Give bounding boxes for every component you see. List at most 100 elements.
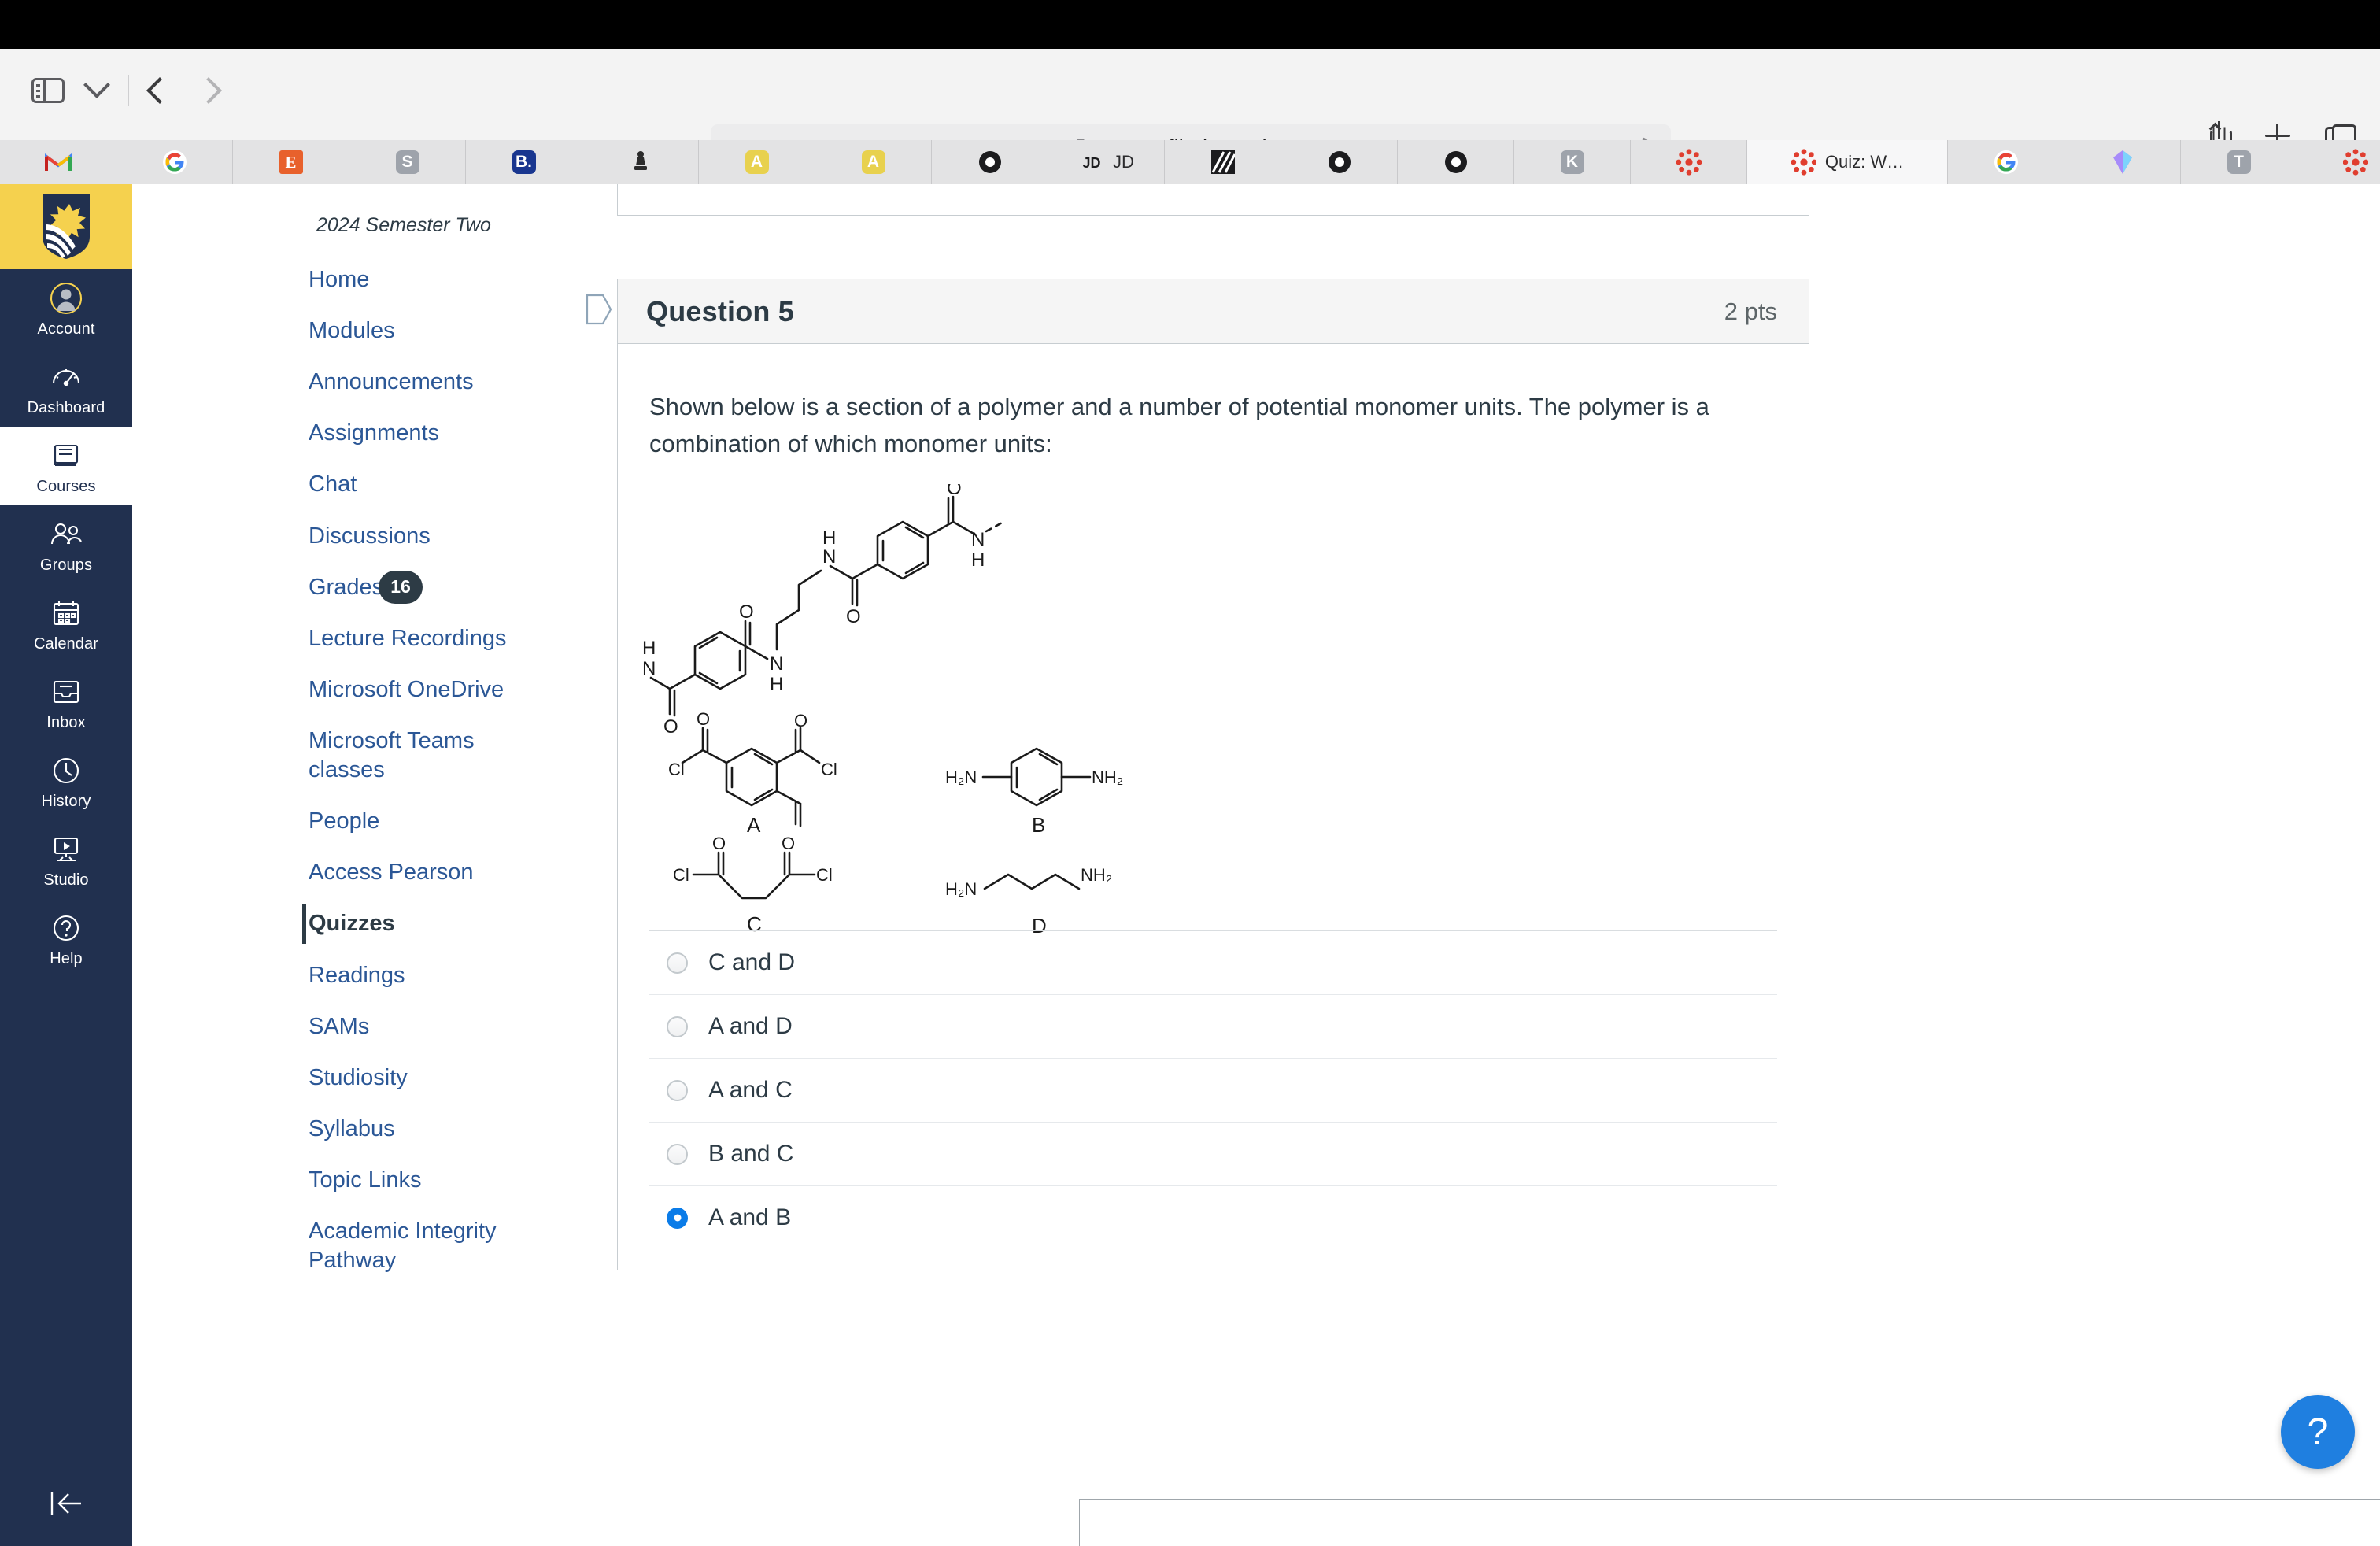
global-nav-item-groups[interactable]: Groups — [0, 505, 132, 584]
global-nav-item-dashboard[interactable]: Dashboard — [0, 348, 132, 427]
atom-label-o: O — [739, 601, 754, 623]
browser-tab-dot-tab-3[interactable] — [1398, 140, 1514, 184]
course-nav-item-topic-links[interactable]: Topic Links — [132, 1155, 568, 1206]
etsy-icon: E — [278, 149, 305, 176]
atom-label-n: N — [822, 546, 836, 568]
book-icon — [48, 438, 84, 474]
browser-tab-t-tab[interactable]: T — [2181, 140, 2297, 184]
course-nav-item-home[interactable]: Home — [132, 254, 568, 305]
answer-option-label: A and C — [708, 1077, 793, 1103]
course-nav-item-academic-integrity-pathway[interactable]: Academic Integrity Pathway — [132, 1206, 568, 1286]
back-button[interactable] — [135, 66, 184, 115]
question-points: 2 pts — [1724, 297, 1777, 325]
browser-tab-a-tab-1[interactable]: A — [699, 140, 815, 184]
gmail-icon — [44, 149, 72, 176]
course-nav-item-label: Syllabus — [309, 1115, 395, 1141]
global-navigation: Account Dashboard Courses Groups Calendar Inb… — [0, 184, 132, 1546]
course-nav-item-sams[interactable]: SAMs — [132, 1001, 568, 1052]
course-nav-item-discussions[interactable]: Discussions — [132, 511, 568, 562]
course-nav-item-label: Discussions — [309, 523, 431, 549]
answer-option[interactable]: A and D — [649, 994, 1777, 1058]
atom-label-o: O — [846, 606, 861, 627]
course-nav-item-quizzes[interactable]: Quizzes — [132, 898, 568, 949]
help-floating-button[interactable]: ? — [2281, 1395, 2355, 1469]
browser-tab-stripes-tab[interactable] — [1165, 140, 1281, 184]
course-nav-item-label: Studiosity — [309, 1064, 408, 1090]
radio-button[interactable] — [667, 952, 688, 974]
course-nav-item-announcements[interactable]: Announcements — [132, 357, 568, 408]
answer-option[interactable]: A and C — [649, 1058, 1777, 1122]
course-nav-item-studiosity[interactable]: Studiosity — [132, 1052, 568, 1104]
global-nav-item-account[interactable]: Account — [0, 269, 132, 348]
browser-tab-dot-tab-2[interactable] — [1281, 140, 1398, 184]
browser-tab-canvas-tab-2[interactable] — [2297, 140, 2380, 184]
radio-button[interactable] — [667, 1015, 688, 1037]
people-icon — [48, 516, 84, 553]
browser-toolbar: canvas.flinders.edu.au — [0, 49, 2380, 170]
course-nav-item-label: SAMs — [309, 1013, 370, 1039]
bond — [744, 645, 769, 660]
browser-tab-quiz-tab[interactable]: Quiz: W… — [1747, 140, 1948, 184]
course-nav-item-assignments[interactable]: Assignments — [132, 408, 568, 459]
clock-icon — [48, 753, 84, 789]
chain-continuation — [985, 520, 1007, 533]
svg-text:Cl: Cl — [668, 760, 685, 779]
course-nav-item-microsoft-teams-classes[interactable]: Microsoft Teams classes — [132, 716, 568, 796]
course-nav-item-syllabus[interactable]: Syllabus — [132, 1104, 568, 1155]
bond — [829, 564, 854, 580]
browser-tab-s-tab[interactable]: S — [349, 140, 466, 184]
course-nav-item-modules[interactable]: Modules — [132, 305, 568, 357]
browser-tab-canvas-tab-1[interactable] — [1631, 140, 1747, 184]
svg-text:O: O — [712, 834, 726, 853]
forward-button[interactable] — [184, 66, 233, 115]
course-nav-item-grades[interactable]: Grades 16 — [132, 562, 568, 613]
sidebar-dropdown-button[interactable] — [72, 66, 121, 115]
global-nav-item-history[interactable]: History — [0, 742, 132, 820]
question-header: Question 5 2 pts — [618, 279, 1809, 344]
svg-text:H₂N: H₂N — [945, 879, 977, 899]
global-nav-item-inbox[interactable]: Inbox — [0, 663, 132, 742]
browser-tab-etsy[interactable]: E — [233, 140, 349, 184]
browser-tab-k-tab[interactable]: K — [1514, 140, 1631, 184]
svg-text:Cl: Cl — [821, 760, 837, 779]
browser-tab-jd-tab[interactable]: JD JD — [1048, 140, 1165, 184]
radio-button[interactable] — [667, 1143, 688, 1165]
flag-question-icon[interactable] — [586, 294, 612, 325]
browser-tab-b-tab[interactable]: B. — [466, 140, 582, 184]
course-nav-item-readings[interactable]: Readings — [132, 950, 568, 1001]
course-nav-item-label: Microsoft Teams classes — [309, 727, 475, 783]
inbox-icon — [48, 674, 84, 710]
browser-tab-gem-tab[interactable] — [2064, 140, 2181, 184]
answer-option[interactable]: C and D — [649, 930, 1777, 994]
flinders-logo[interactable] — [0, 184, 132, 269]
browser-tab-google-tab-2[interactable] — [1948, 140, 2064, 184]
browser-tab-chess[interactable] — [582, 140, 699, 184]
chevron-right-icon — [194, 77, 222, 104]
global-nav-item-help[interactable]: Help — [0, 899, 132, 978]
collapse-arrow-icon — [50, 1492, 81, 1515]
answer-option[interactable]: B and C — [649, 1122, 1777, 1185]
answer-option[interactable]: A and B — [649, 1185, 1777, 1249]
global-nav-item-studio[interactable]: Studio — [0, 820, 132, 899]
polymer-and-monomers-diagram: O N H O N H N H O O N H O Cl O Cl A H₂N … — [642, 478, 1123, 938]
course-nav-item-access-pearson[interactable]: Access Pearson — [132, 847, 568, 898]
global-nav-item-label: Account — [37, 320, 95, 338]
browser-tab-gmail[interactable] — [0, 140, 116, 184]
collapse-global-nav-button[interactable] — [0, 1467, 132, 1546]
browser-tab-google[interactable] — [116, 140, 233, 184]
sidebar-toggle-button[interactable] — [24, 66, 72, 115]
course-nav-item-people[interactable]: People — [132, 796, 568, 847]
browser-tab-dot-tab-1[interactable] — [932, 140, 1048, 184]
course-nav-item-lecture-recordings[interactable]: Lecture Recordings — [132, 613, 568, 664]
canvas-logo-icon — [1791, 149, 1817, 176]
global-nav-item-calendar[interactable]: Calendar — [0, 584, 132, 663]
browser-tab-a-tab-2[interactable]: A — [815, 140, 932, 184]
course-nav-item-microsoft-onedrive[interactable]: Microsoft OneDrive — [132, 664, 568, 716]
question-mark-icon — [48, 910, 84, 946]
global-nav-item-courses[interactable]: Courses — [0, 427, 132, 505]
radio-button[interactable] — [667, 1207, 688, 1229]
svg-text:H₂N: H₂N — [945, 767, 977, 787]
atom-label-o: O — [947, 484, 962, 499]
course-nav-item-chat[interactable]: Chat — [132, 459, 568, 510]
radio-button[interactable] — [667, 1079, 688, 1101]
